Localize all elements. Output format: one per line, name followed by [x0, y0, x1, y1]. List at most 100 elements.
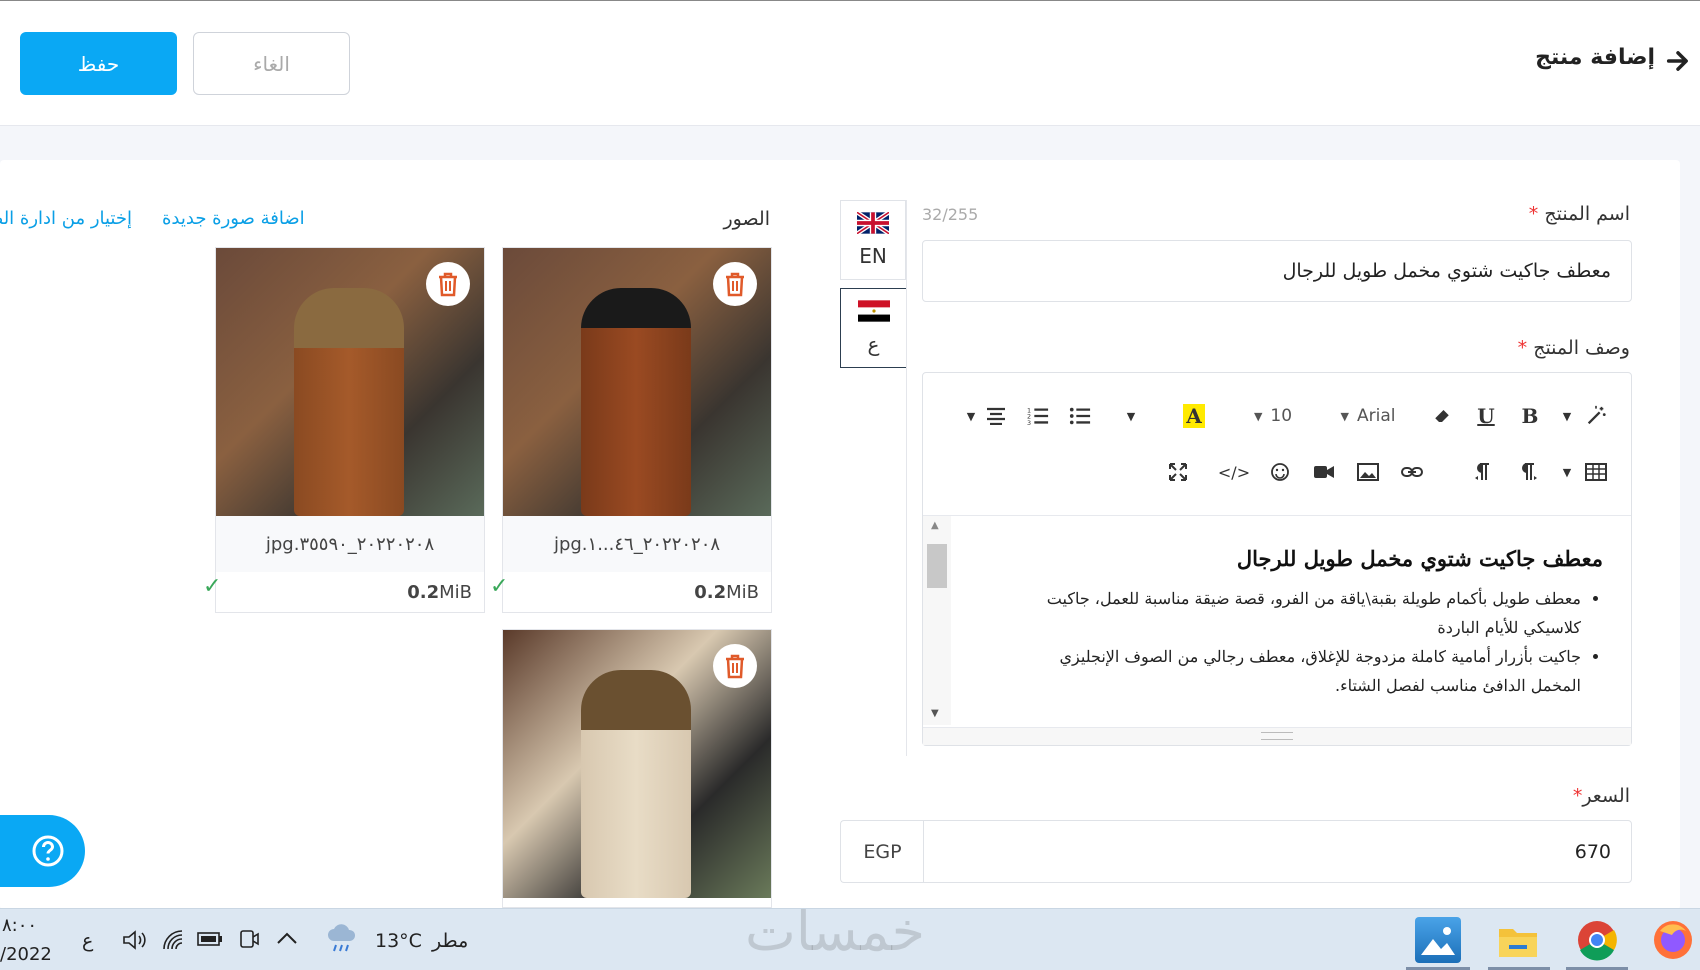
language-code: ع: [867, 332, 880, 356]
egypt-flag-icon: [857, 300, 890, 322]
font-size-select[interactable]: ▼ 10: [1241, 401, 1305, 431]
coat-shape: [294, 288, 404, 516]
magic-wand-icon[interactable]: [1581, 401, 1611, 431]
wifi-icon[interactable]: [162, 929, 186, 951]
scroll-up-icon[interactable]: ▲: [931, 520, 939, 531]
arrow-right-icon[interactable]: [1664, 47, 1692, 75]
underline-icon[interactable]: U: [1471, 401, 1501, 431]
tab-language-en[interactable]: EN: [840, 200, 906, 280]
image-size: 0.2 MiB: [694, 581, 759, 603]
editor-toolbar-row-1: ▼ B U ▼ Arial ▼ 10 A ▼ 123 ▼: [923, 385, 1631, 445]
editor-bullet-list: معطف طويل بأكمام طويلة بقبة\ياقة من الفر…: [1043, 584, 1603, 700]
input-language[interactable]: ع: [82, 930, 93, 952]
image-card: ٢٠٢٢٠٢٠٨_٤٦...١.jpg 0.2 MiB: [502, 247, 772, 613]
product-name-value: معطف جاكيت شتوي مخمل طويل للرجال: [1282, 260, 1611, 282]
image-icon[interactable]: [1353, 457, 1383, 487]
product-name-input[interactable]: معطف جاكيت شتوي مخمل طويل للرجال: [922, 240, 1632, 302]
tab-language-ar[interactable]: ع: [840, 288, 906, 368]
eraser-icon[interactable]: [1427, 401, 1457, 431]
grip-icon: [1261, 732, 1293, 740]
images-title: الصور: [723, 208, 770, 230]
chevron-up-icon[interactable]: [276, 931, 298, 945]
photos-app-icon[interactable]: [1415, 917, 1461, 963]
currency-addon: EGP: [840, 820, 924, 883]
delete-image-button[interactable]: [713, 644, 757, 688]
ordered-list-icon[interactable]: 123: [1023, 401, 1053, 431]
coat-shape: [581, 288, 691, 516]
delete-image-button[interactable]: [713, 262, 757, 306]
table-icon[interactable]: [1581, 457, 1611, 487]
trash-icon: [439, 272, 457, 297]
editor-resize-handle[interactable]: [923, 727, 1631, 745]
unordered-list-icon[interactable]: [1065, 401, 1095, 431]
cancel-button[interactable]: الغاء: [193, 32, 350, 95]
fullscreen-icon[interactable]: [1163, 457, 1193, 487]
chevron-down-icon[interactable]: ▼: [1559, 457, 1575, 487]
required-mark: *: [1517, 337, 1528, 359]
language-tabs: EN ع: [840, 200, 907, 756]
font-family-select[interactable]: ▼ Arial: [1323, 401, 1413, 431]
speaker-icon[interactable]: [122, 929, 148, 951]
rtl-paragraph-icon[interactable]: [1469, 457, 1499, 487]
link-icon[interactable]: [1397, 457, 1427, 487]
ltr-paragraph-icon[interactable]: [1513, 457, 1543, 487]
save-button[interactable]: حفظ: [20, 32, 177, 95]
chevron-down-icon[interactable]: ▼: [963, 401, 979, 431]
required-mark: *: [1528, 203, 1539, 225]
bold-icon[interactable]: B: [1515, 401, 1545, 431]
scroll-thumb[interactable]: [927, 544, 947, 588]
page-title: إضافة منتج: [1535, 45, 1655, 70]
rich-text-editor: ▼ B U ▼ Arial ▼ 10 A ▼ 123 ▼ ▼ </> ▲ ▼ م…: [922, 372, 1632, 746]
firefox-icon[interactable]: [1650, 917, 1696, 963]
code-view-icon[interactable]: </>: [1217, 457, 1251, 487]
top-bar: إضافة منتج حفظ الغاء: [0, 0, 1700, 126]
editor-heading: معطف جاكيت شتوي مخمل طويل للرجال: [1236, 546, 1603, 571]
rain-cloud-icon: [328, 924, 356, 952]
image-card: ٢٠٢٢٠٢٠٨_٣٥٥٩٠.jpg 0.2 MiB: [215, 247, 485, 613]
battery-icon[interactable]: [197, 931, 223, 947]
question-icon: [32, 835, 64, 867]
text-color-icon[interactable]: A: [1179, 401, 1209, 431]
video-icon[interactable]: [1309, 457, 1339, 487]
image-filename: ٢٠٢٢٠٢٠٨_٣٥٥٩٠.jpg: [216, 516, 484, 572]
trash-icon: [726, 272, 744, 297]
coat-shape: [581, 670, 691, 898]
image-card: [502, 629, 772, 908]
clock-time[interactable]: ٨:٠٠: [2, 915, 37, 936]
list-item: جاكيت بأزرار أمامية كاملة مزدوجة للإغلاق…: [1043, 642, 1581, 700]
watermark-logo: خمسات: [745, 900, 926, 963]
editor-content[interactable]: معطف جاكيت شتوي مخمل طويل للرجال معطف طو…: [951, 515, 1631, 725]
add-new-image-link[interactable]: اضافة صورة جديدة: [162, 208, 305, 229]
align-icon[interactable]: [981, 401, 1011, 431]
product-name-label: اسم المنتج *: [1528, 203, 1630, 225]
file-explorer-icon[interactable]: [1495, 917, 1541, 963]
required-mark: *: [1572, 785, 1583, 807]
help-button[interactable]: [0, 815, 85, 887]
choose-from-media-link[interactable]: إختيار من ادارة الص: [0, 208, 132, 229]
price-value: 670: [1574, 840, 1611, 863]
product-description-label: وصف المنتج *: [1517, 337, 1630, 359]
language-code: EN: [859, 244, 887, 268]
editor-scrollbar[interactable]: ▲ ▼: [923, 515, 951, 725]
chevron-down-icon[interactable]: ▼: [1559, 401, 1575, 431]
editor-toolbar-row-2: ▼ </>: [923, 445, 1631, 505]
scroll-down-icon[interactable]: ▼: [931, 708, 939, 719]
trash-icon: [726, 654, 744, 679]
chevron-down-icon[interactable]: ▼: [1123, 401, 1139, 431]
check-icon: ✓: [203, 574, 222, 599]
image-size: 0.2 MiB: [407, 581, 472, 603]
weather-temperature[interactable]: 13°C: [375, 930, 422, 952]
chrome-icon[interactable]: [1574, 917, 1620, 963]
clock-date[interactable]: /2022: [0, 944, 52, 965]
weather-condition[interactable]: مطر: [432, 930, 468, 952]
meet-icon[interactable]: [238, 927, 260, 951]
image-filename: ٢٠٢٢٠٢٠٨_٤٦...١.jpg: [503, 516, 771, 572]
emoji-icon[interactable]: [1265, 457, 1295, 487]
uk-flag-icon: [857, 212, 889, 234]
check-icon: ✓: [490, 574, 509, 599]
delete-image-button[interactable]: [426, 262, 470, 306]
svg-text:3: 3: [1027, 419, 1031, 426]
list-item: معطف طويل بأكمام طويلة بقبة\ياقة من الفر…: [1043, 584, 1581, 642]
name-char-counter: 32/255: [922, 205, 979, 224]
price-input[interactable]: 670: [923, 820, 1632, 883]
